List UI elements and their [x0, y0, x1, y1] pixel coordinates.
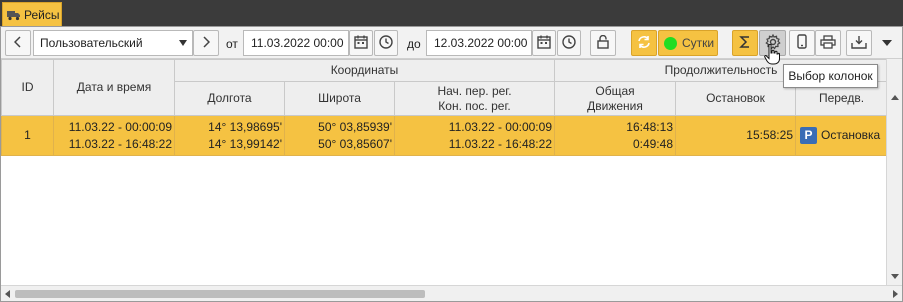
- col-header-stops[interactable]: Остановок: [675, 81, 796, 116]
- scroll-thumb[interactable]: [15, 290, 425, 298]
- from-calendar-button[interactable]: [349, 30, 373, 56]
- cell-total-moving: 16:48:13 0:49:48: [554, 115, 676, 156]
- header-line: Кон. пос. рег.: [438, 98, 511, 113]
- cell-datetime: 11.03.22 - 00:00:09 11.03.22 - 16:48:22: [53, 115, 175, 156]
- scroll-left-icon[interactable]: [5, 290, 10, 298]
- status-text: Остановка: [821, 127, 881, 142]
- cell-line: 0:49:48: [632, 136, 673, 151]
- parking-icon: P: [800, 127, 817, 145]
- tab-trips[interactable]: Рейсы: [2, 2, 62, 26]
- totals-button[interactable]: [732, 30, 758, 56]
- cell-transfer: P Остановка: [795, 115, 888, 156]
- print-button[interactable]: [815, 30, 841, 56]
- cell-line: 11.03.22 - 00:00:09: [68, 119, 172, 134]
- period-select-value: Пользовательский: [40, 36, 143, 50]
- caret-down-icon: [882, 36, 892, 50]
- truck-icon: [7, 8, 21, 22]
- table-row[interactable]: 1 11.03.22 - 00:00:09 11.03.22 - 16:48:2…: [1, 115, 888, 156]
- cell-latitude: 50° 03,85939' 50° 03,85607': [284, 115, 395, 156]
- chevron-left-icon: [13, 35, 22, 51]
- tooltip: Выбор колонок: [783, 64, 878, 88]
- more-menu-button[interactable]: [877, 30, 897, 56]
- to-label: до: [407, 37, 421, 51]
- header-line: Движения: [587, 98, 643, 113]
- header-line: Общая: [595, 83, 635, 98]
- to-date-input[interactable]: 12.03.2022 00:00: [426, 30, 532, 56]
- clock-icon: [562, 34, 576, 52]
- header-line: Нач. пер. рег.: [437, 83, 512, 98]
- hand-cursor-icon: [764, 43, 780, 69]
- title-bar: Рейсы: [0, 0, 903, 26]
- scroll-up-icon[interactable]: [891, 95, 899, 100]
- calendar-icon: [354, 35, 368, 52]
- sigma-icon: [739, 35, 751, 52]
- cell-stops: 15:58:25: [675, 115, 796, 156]
- horizontal-scrollbar[interactable]: [1, 285, 902, 301]
- col-header-id[interactable]: ID: [1, 59, 54, 116]
- from-date-input[interactable]: 11.03.2022 00:00: [243, 30, 349, 56]
- unlock-icon: [597, 34, 609, 52]
- refresh-icon: [637, 35, 651, 52]
- col-header-datetime[interactable]: Дата и время: [53, 59, 175, 116]
- cell-id: 1: [1, 115, 54, 156]
- day-toggle-label: Сутки: [682, 36, 715, 50]
- cell-longitude: 14° 13,98695' 14° 13,99142': [174, 115, 285, 156]
- day-toggle-button[interactable]: Сутки: [658, 30, 718, 56]
- caret-down-icon: [179, 40, 187, 46]
- vertical-scrollbar[interactable]: [886, 59, 902, 285]
- scroll-right-icon[interactable]: [893, 290, 898, 298]
- next-period-button[interactable]: [193, 30, 219, 56]
- from-time-button[interactable]: [374, 30, 398, 56]
- period-select[interactable]: Пользовательский: [33, 30, 193, 56]
- cell-line: 50° 03,85607': [318, 136, 392, 151]
- from-label: от: [226, 37, 238, 51]
- cell-line: 11.03.22 - 16:48:22: [448, 136, 552, 151]
- chevron-right-icon: [202, 35, 211, 51]
- phone-icon: [797, 34, 807, 52]
- lock-period-button[interactable]: [590, 30, 616, 56]
- col-group-coordinates: Координаты: [174, 59, 555, 82]
- cell-line: 11.03.22 - 16:48:22: [68, 136, 172, 151]
- cell-registration: 11.03.22 - 00:00:09 11.03.22 - 16:48:22: [394, 115, 555, 156]
- cell-line: 11.03.22 - 00:00:09: [448, 119, 552, 134]
- calendar-icon: [537, 35, 551, 52]
- download-icon: [851, 35, 867, 52]
- tab-label: Рейсы: [24, 7, 60, 22]
- to-date-value: 12.03.2022 00:00: [434, 36, 528, 50]
- cell-line: 14° 13,98695': [208, 119, 282, 134]
- refresh-button[interactable]: [631, 30, 657, 56]
- col-header-total-moving[interactable]: Общая Движения: [554, 81, 676, 116]
- col-header-longitude[interactable]: Долгота: [174, 81, 285, 116]
- cell-line: 16:48:13: [626, 119, 673, 134]
- clock-icon: [379, 34, 393, 52]
- export-button[interactable]: [846, 30, 872, 56]
- col-header-registration[interactable]: Нач. пер. рег. Кон. пос. рег.: [394, 81, 555, 116]
- status-dot-icon: [664, 36, 677, 50]
- trips-table: ID Дата и время Координаты Продолжительн…: [1, 59, 888, 156]
- col-header-latitude[interactable]: Широта: [284, 81, 395, 116]
- to-calendar-button[interactable]: [532, 30, 556, 56]
- cell-line: 50° 03,85939': [318, 119, 392, 134]
- printer-icon: [820, 34, 836, 52]
- from-date-value: 11.03.2022 00:00: [251, 36, 344, 50]
- cell-line: 14° 13,99142': [208, 136, 282, 151]
- mobile-button[interactable]: [789, 30, 815, 56]
- to-time-button[interactable]: [557, 30, 581, 56]
- prev-period-button[interactable]: [5, 30, 31, 56]
- scroll-down-icon[interactable]: [891, 274, 899, 279]
